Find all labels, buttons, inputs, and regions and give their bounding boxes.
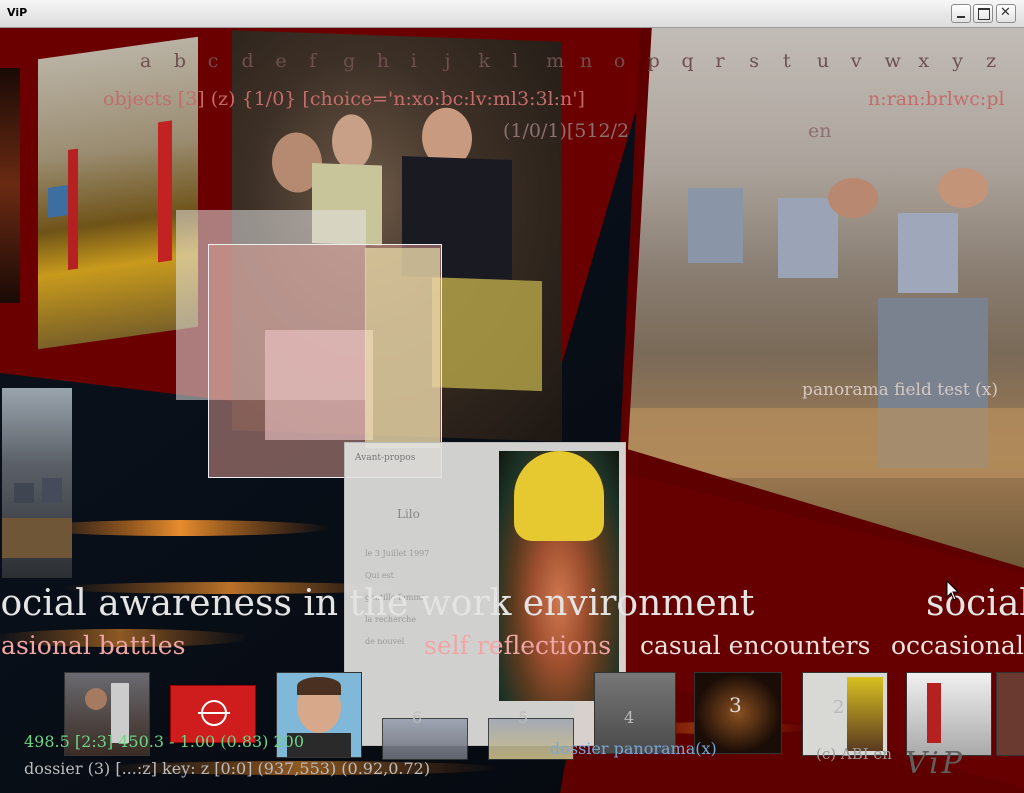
maximize-icon bbox=[978, 8, 990, 20]
thumbnail-number: 2 bbox=[833, 697, 845, 718]
alphabet-index: a b c d e f g h i j k l m n o p q r s t … bbox=[140, 50, 1020, 74]
alphabet-letter[interactable]: v bbox=[851, 50, 885, 74]
alphabet-letter[interactable]: u bbox=[817, 50, 851, 74]
corridor-video-panel[interactable] bbox=[38, 36, 198, 350]
alphabet-letter[interactable]: x bbox=[918, 50, 952, 74]
close-icon: ✕ bbox=[1000, 5, 1011, 20]
alphabet-letter[interactable]: z bbox=[986, 50, 1020, 74]
alphabet-letter[interactable]: k bbox=[478, 50, 512, 74]
alphabet-letter[interactable]: m bbox=[546, 50, 580, 74]
alphabet-letter[interactable]: f bbox=[309, 50, 343, 74]
alphabet-letter[interactable]: j bbox=[445, 50, 479, 74]
alphabet-letter[interactable]: q bbox=[682, 50, 716, 74]
vip-canvas[interactable]: panorama field test (x) Avant-propos Lil… bbox=[0, 28, 1024, 793]
alphabet-letter[interactable]: t bbox=[783, 50, 817, 74]
thumbnail-number: 3 bbox=[729, 693, 742, 717]
alphabet-letter[interactable]: w bbox=[885, 50, 919, 74]
thumbnail-number: 5 bbox=[518, 708, 529, 727]
alphabet-letter[interactable]: l bbox=[512, 50, 546, 74]
thumbnail-number: 4 bbox=[624, 708, 635, 727]
dossier-status-line: dossier (3) [...:z] key: z [0:0] (937,55… bbox=[24, 759, 431, 778]
thumbnail-document[interactable]: 2 bbox=[802, 672, 888, 756]
alphabet-letter[interactable]: p bbox=[648, 50, 682, 74]
alphabet-letter[interactable]: n bbox=[580, 50, 614, 74]
alphabet-letter[interactable]: e bbox=[275, 50, 309, 74]
alphabet-letter[interactable]: s bbox=[749, 50, 783, 74]
thumbnail-room[interactable] bbox=[906, 672, 992, 756]
maximize-button[interactable] bbox=[973, 4, 993, 23]
theme-self-reflections[interactable]: self reflections bbox=[424, 631, 611, 660]
translucent-frame-4[interactable] bbox=[365, 248, 440, 448]
alphabet-letter[interactable]: o bbox=[614, 50, 648, 74]
objects-status-line: objects [3] (z) {1/0} [choice='n:xo:bc:l… bbox=[103, 88, 585, 110]
thumbnail-classroom-1[interactable] bbox=[382, 718, 468, 760]
alphabet-letter[interactable]: a bbox=[140, 50, 174, 74]
left-classroom-panel[interactable] bbox=[2, 388, 72, 578]
theme-ticker-main[interactable]: social awareness in the work environment bbox=[0, 583, 754, 624]
panorama-label[interactable]: panorama field test (x) bbox=[802, 380, 998, 400]
alphabet-letter[interactable]: y bbox=[952, 50, 986, 74]
window-title: ViP bbox=[7, 6, 28, 19]
minimize-button[interactable] bbox=[951, 4, 971, 23]
translucent-frame-3[interactable] bbox=[265, 330, 373, 440]
alphabet-letter[interactable]: r bbox=[715, 50, 749, 74]
objects-status-line-right: n:ran:brlwc:pl bbox=[868, 88, 1005, 110]
alphabet-letter[interactable]: b bbox=[174, 50, 208, 74]
alphabet-letter[interactable]: i bbox=[411, 50, 445, 74]
counter-suffix: en bbox=[808, 120, 832, 142]
counter-line: (1/0/1)[512/2 bbox=[503, 120, 630, 142]
thumbnail-number: 6 bbox=[412, 708, 423, 727]
theme-occasional-battles[interactable]: occasional battles bbox=[0, 631, 185, 660]
vip-window: ViP ✕ panorama field test (x) Avant-prop… bbox=[0, 0, 1024, 793]
vip-logo: ViP bbox=[905, 746, 965, 781]
title-bar[interactable]: ViP ✕ bbox=[0, 0, 1024, 28]
theme-casual-encounters[interactable]: casual encounters bbox=[640, 631, 870, 660]
alphabet-letter[interactable]: h bbox=[377, 50, 411, 74]
theme-ticker-repeat[interactable]: social bbox=[926, 583, 1024, 624]
metrics-line: 498.5 [2:3] 450.3 - 1.00 (0.83) 200 bbox=[24, 732, 305, 751]
dossier-panorama-link[interactable]: dossier panorama(x) bbox=[550, 739, 717, 758]
alphabet-letter[interactable]: c bbox=[208, 50, 242, 74]
alphabet-letter[interactable]: d bbox=[242, 50, 276, 74]
copyright-text: (c) ABI en bbox=[816, 745, 892, 763]
document-name: Lilo bbox=[397, 507, 420, 521]
minimize-icon bbox=[957, 16, 965, 18]
alphabet-letter[interactable]: g bbox=[343, 50, 377, 74]
document-header: Avant-propos bbox=[355, 453, 416, 463]
portrait-image bbox=[499, 451, 619, 701]
mouse-cursor-icon bbox=[946, 580, 960, 601]
thumbnail-edge[interactable] bbox=[996, 672, 1024, 756]
edge-video-panel[interactable] bbox=[0, 68, 20, 303]
theme-occasional[interactable]: occasional bbox=[891, 631, 1024, 660]
close-button[interactable]: ✕ bbox=[996, 4, 1016, 23]
